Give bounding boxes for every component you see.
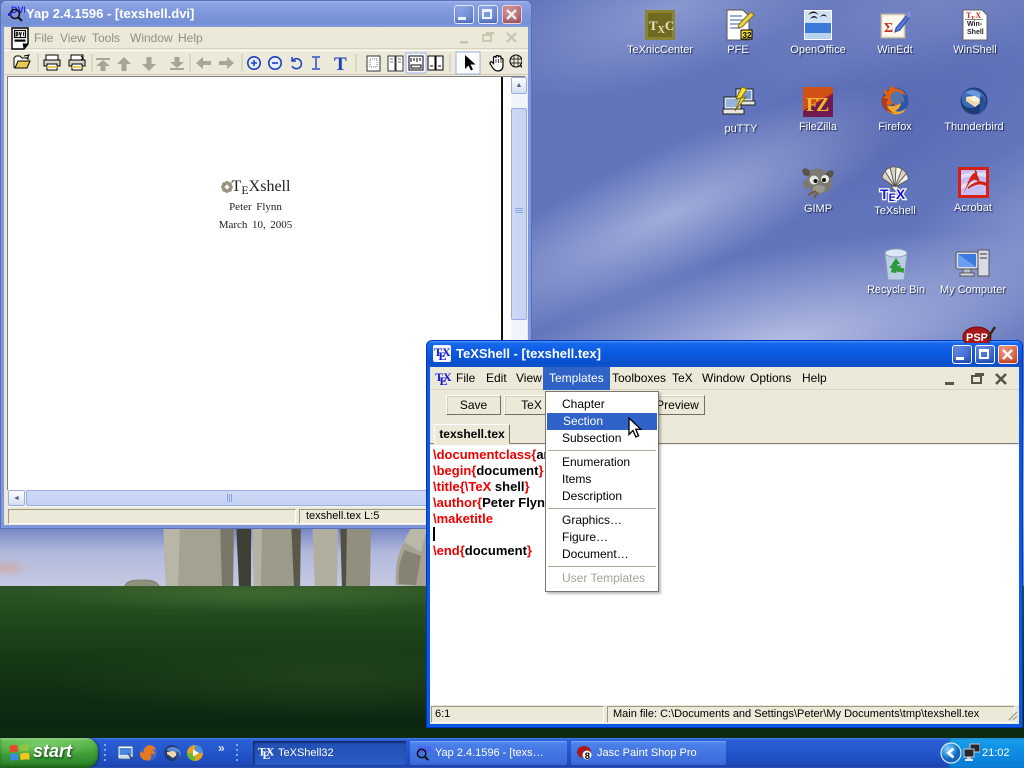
svg-text:Win-: Win- [967,21,983,28]
svg-text:Shell: Shell [967,29,984,36]
svg-text:X: X [266,747,274,759]
svg-text:Z: Z [816,94,829,116]
svg-text:32: 32 [743,31,752,40]
svg-text:8: 8 [585,751,590,761]
svg-text:T: T [334,54,347,75]
svg-text:PSP: PSP [966,332,988,343]
svg-text:X: X [442,345,451,359]
svg-text:X: X [443,370,452,384]
svg-text:Σ: Σ [884,21,893,36]
svg-text:»: » [218,741,225,755]
